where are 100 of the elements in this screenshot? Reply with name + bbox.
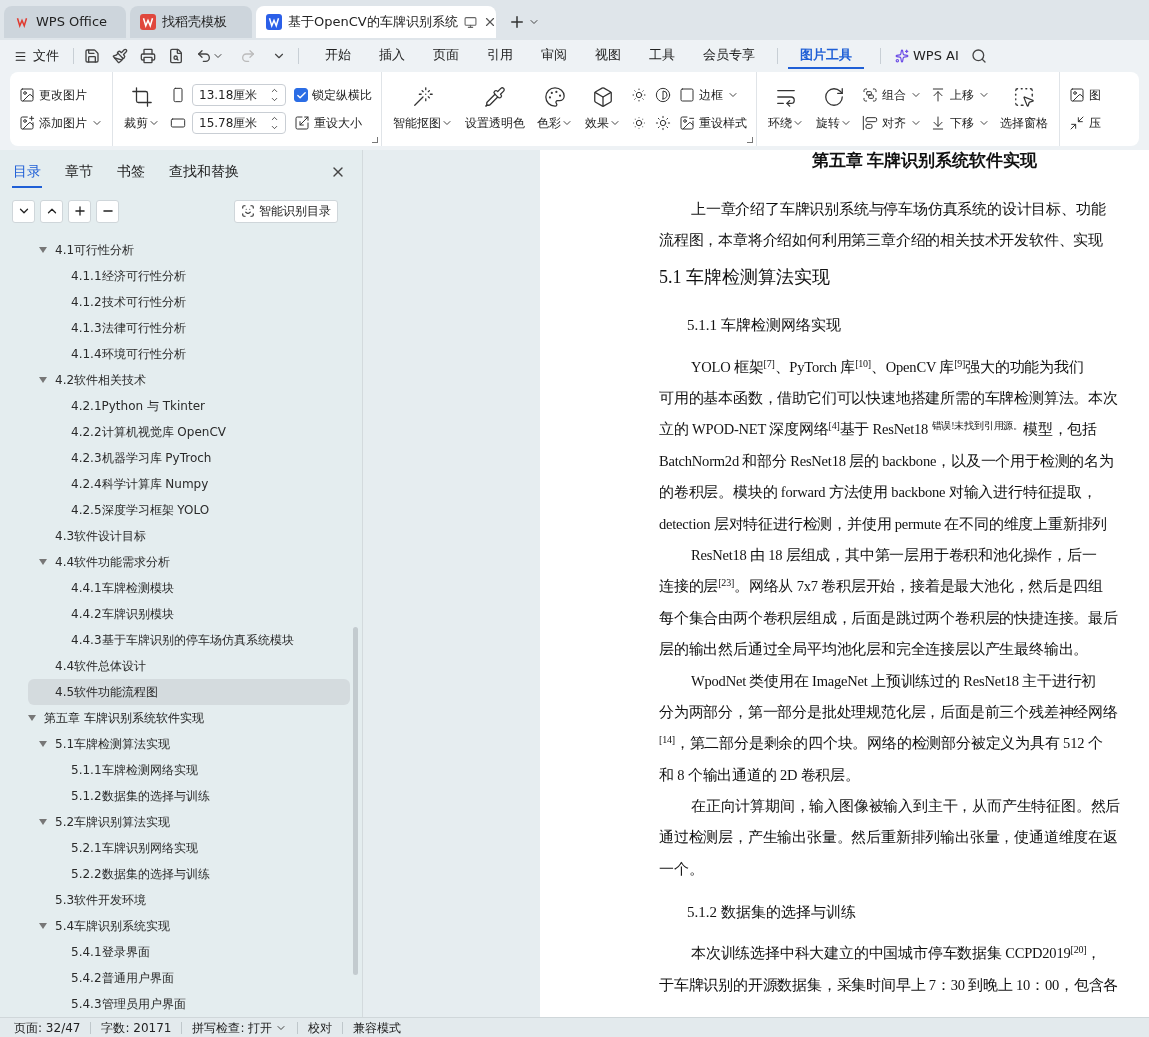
- down-button[interactable]: [12, 199, 35, 223]
- outline-item[interactable]: 4.4.1车牌检测模块: [28, 575, 350, 601]
- ribbon-tab[interactable]: 审阅: [529, 43, 579, 69]
- outline-item[interactable]: 4.2.2计算机视觉库 OpenCV: [28, 419, 350, 445]
- status-item[interactable]: 页面: 32/47: [14, 1018, 81, 1037]
- ribbon-button[interactable]: 智能抠图: [391, 86, 455, 132]
- expand-triangle-icon[interactable]: [39, 740, 47, 748]
- ribbon-button[interactable]: 下移: [930, 112, 990, 134]
- document-tab[interactable]: 找稻壳模板: [130, 6, 252, 38]
- sidebar-tab[interactable]: 查找和替换: [168, 161, 240, 188]
- brush-icon[interactable]: [112, 48, 128, 64]
- new-tab-icon[interactable]: [508, 13, 526, 31]
- outline-item[interactable]: 5.1.2数据集的选择与训练: [28, 783, 350, 809]
- outline-item[interactable]: 4.2.4科学计算库 Numpy: [28, 471, 350, 497]
- ribbon-button[interactable]: 效果: [583, 86, 623, 132]
- sidebar-tab[interactable]: 目录: [12, 161, 42, 188]
- outline-item[interactable]: 5.4.2普通用户界面: [28, 965, 350, 991]
- add-button[interactable]: [68, 199, 91, 223]
- lock-ratio-checkbox[interactable]: 锁定纵横比: [294, 84, 372, 106]
- smart-toc-button[interactable]: 智能识别目录: [234, 199, 338, 223]
- ribbon-button[interactable]: 环绕: [766, 86, 806, 132]
- save-icon[interactable]: [84, 48, 100, 64]
- ribbon-button[interactable]: 图: [1069, 84, 1101, 106]
- monitor-icon[interactable]: [463, 15, 477, 29]
- ribbon-tab[interactable]: 页面: [421, 43, 471, 69]
- document-tab[interactable]: 基于OpenCV的车牌识别系统: [256, 6, 496, 38]
- contrast-icon[interactable]: [655, 87, 671, 103]
- size-field[interactable]: 13.18厘米: [192, 84, 286, 106]
- ribbon-button[interactable]: 设置透明色: [463, 86, 527, 132]
- outline-item[interactable]: 5.4车牌识别系统实现: [28, 913, 350, 939]
- ribbon-tab[interactable]: 引用: [475, 43, 525, 69]
- status-item[interactable]: 拼写检查: 打开: [192, 1018, 288, 1037]
- outline-item[interactable]: 5.2.1车牌识别网络实现: [28, 835, 350, 861]
- remove-button[interactable]: [96, 199, 119, 223]
- ribbon-button[interactable]: 色彩: [535, 86, 575, 132]
- ribbon-button[interactable]: 压: [1069, 112, 1101, 134]
- ribbon-button[interactable]: 选择窗格: [998, 86, 1050, 132]
- sun-icon[interactable]: [631, 87, 647, 103]
- ribbon-button[interactable]: 边框: [679, 84, 747, 106]
- expand-triangle-icon[interactable]: [39, 376, 47, 384]
- ribbon-button[interactable]: 组合: [862, 84, 922, 106]
- outline-item[interactable]: 4.5软件功能流程图: [28, 679, 350, 705]
- expand-triangle-icon[interactable]: [39, 818, 47, 826]
- outline-item[interactable]: 5.4.1登录界面: [28, 939, 350, 965]
- ribbon-button[interactable]: 裁剪: [122, 86, 162, 132]
- print-preview-icon[interactable]: [168, 48, 184, 64]
- dim-sun-icon[interactable]: [631, 115, 647, 131]
- outline-item[interactable]: 4.4软件总体设计: [28, 653, 350, 679]
- outline-item[interactable]: 5.3软件开发环境: [28, 887, 350, 913]
- ribbon-button[interactable]: 添加图片: [19, 112, 103, 134]
- undo-icon[interactable]: [196, 48, 212, 64]
- ribbon-tab[interactable]: 工具: [637, 43, 687, 69]
- outline-item[interactable]: 4.2软件相关技术: [28, 367, 350, 393]
- outline-item[interactable]: 4.4软件功能需求分析: [28, 549, 350, 575]
- ribbon-button[interactable]: 上移: [930, 84, 990, 106]
- outline-item[interactable]: 4.1.3法律可行性分析: [28, 315, 350, 341]
- outline-item[interactable]: 5.4.3管理员用户界面: [28, 991, 350, 1017]
- outline-item[interactable]: 5.2车牌识别算法实现: [28, 809, 350, 835]
- dialog-launcher-icon[interactable]: [747, 137, 753, 143]
- outline-item[interactable]: 5.1.1车牌检测网络实现: [28, 757, 350, 783]
- ribbon-tab[interactable]: 会员专享: [691, 43, 767, 69]
- print-icon[interactable]: [140, 48, 156, 64]
- outline-item[interactable]: 4.4.2车牌识别模块: [28, 601, 350, 627]
- outline-item[interactable]: 4.1.1经济可行性分析: [28, 263, 350, 289]
- ribbon-tab[interactable]: 图片工具: [788, 43, 864, 69]
- status-item[interactable]: 校对: [308, 1018, 333, 1037]
- spinner-icon[interactable]: [270, 114, 279, 132]
- expand-triangle-icon[interactable]: [39, 558, 47, 566]
- ribbon-button[interactable]: 对齐: [862, 112, 922, 134]
- outline-item[interactable]: 5.1车牌检测算法实现: [28, 731, 350, 757]
- ribbon-tab[interactable]: 插入: [367, 43, 417, 69]
- search-icon[interactable]: [970, 48, 987, 64]
- outline-item[interactable]: 4.1可行性分析: [28, 237, 350, 263]
- file-menu[interactable]: 文件: [14, 46, 69, 66]
- ribbon-button[interactable]: 旋转: [814, 86, 854, 132]
- outline-item[interactable]: 4.2.3机器学习库 PyTroch: [28, 445, 350, 471]
- ribbon-tab[interactable]: 开始: [313, 43, 363, 69]
- dialog-launcher-icon[interactable]: [372, 137, 378, 143]
- document-tab[interactable]: WPS Office: [4, 6, 126, 38]
- outline-item[interactable]: 4.3软件设计目标: [28, 523, 350, 549]
- expand-triangle-icon[interactable]: [39, 246, 47, 254]
- outline-item[interactable]: 4.2.5深度学习框架 YOLO: [28, 497, 350, 523]
- sun-icon[interactable]: [655, 115, 671, 131]
- expand-triangle-icon[interactable]: [39, 922, 47, 930]
- up-button[interactable]: [40, 199, 63, 223]
- ribbon-button[interactable]: 更改图片: [19, 84, 103, 106]
- status-item[interactable]: 兼容模式: [353, 1018, 402, 1037]
- outline-item[interactable]: 4.4.3基于车牌识别的停车场仿真系统模块: [28, 627, 350, 653]
- expand-triangle-icon[interactable]: [28, 714, 36, 722]
- scrollbar-thumb[interactable]: [353, 627, 358, 975]
- status-item[interactable]: 字数: 20171: [101, 1018, 172, 1037]
- size-field[interactable]: 15.78厘米: [192, 112, 286, 134]
- sidebar-tab[interactable]: 书签: [116, 161, 146, 188]
- outline-item[interactable]: 4.1.2技术可行性分析: [28, 289, 350, 315]
- outline-item[interactable]: 4.1.4环境可行性分析: [28, 341, 350, 367]
- ribbon-button[interactable]: 重设样式: [679, 112, 747, 134]
- spinner-icon[interactable]: [270, 86, 279, 104]
- sidebar-tab[interactable]: 章节: [64, 161, 94, 188]
- outline-item[interactable]: 5.2.2数据集的选择与训练: [28, 861, 350, 887]
- checkbox-icon[interactable]: [294, 88, 308, 102]
